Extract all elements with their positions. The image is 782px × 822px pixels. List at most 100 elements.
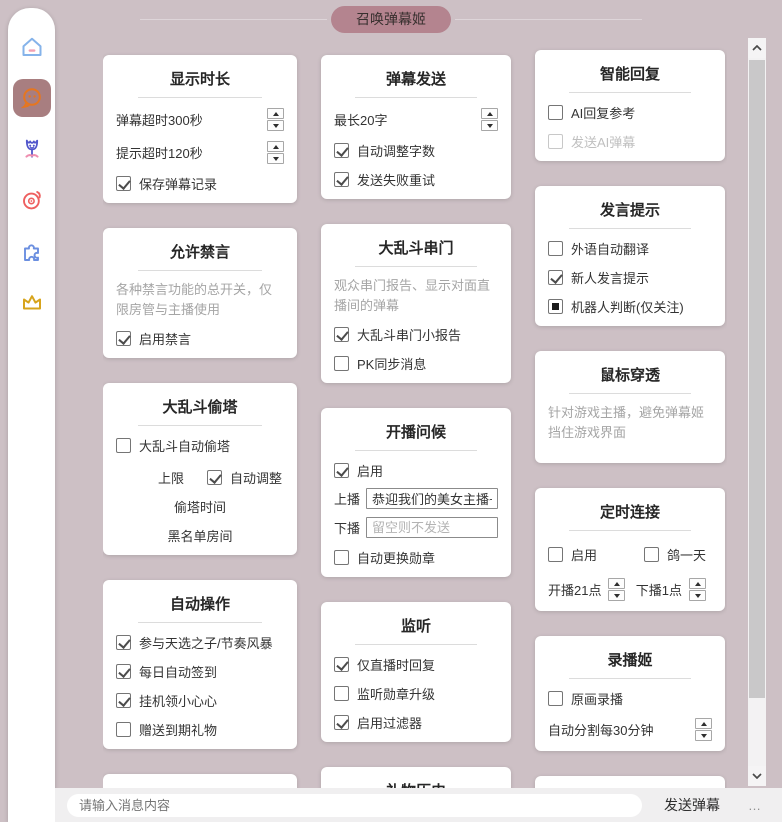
checkbox-label: 保存弹幕记录 [139, 174, 217, 193]
checkbox-option[interactable]: 挂机领小心心 [116, 691, 217, 710]
checkbox[interactable] [548, 691, 563, 706]
checkbox-option[interactable]: 原画录播 [548, 689, 623, 708]
number-stepper[interactable] [481, 108, 498, 131]
checkbox[interactable] [116, 664, 131, 679]
scroll-up-button[interactable] [748, 38, 766, 58]
checkbox[interactable] [548, 134, 563, 149]
checkbox[interactable] [334, 657, 349, 672]
vertical-scrollbar[interactable] [748, 38, 766, 786]
stepper-label: 弹幕超时300秒 [116, 110, 203, 129]
checkbox-option[interactable]: 自动调整 [207, 468, 282, 487]
checkbox-option[interactable]: 赠送到期礼物 [116, 720, 217, 739]
checkbox-option[interactable]: AI回复参考 [548, 103, 635, 122]
card-stream-greeting: 开播问候启用上播下播自动更换勋章 [321, 408, 511, 577]
checkbox[interactable] [207, 470, 222, 485]
spinner-up-button[interactable] [267, 141, 284, 152]
checkbox-option[interactable]: 发送失败重试 [334, 170, 435, 189]
checkbox-option[interactable]: 新人发言提示 [548, 268, 649, 287]
checkbox[interactable] [548, 547, 563, 562]
checkbox-option[interactable]: 启用禁言 [116, 329, 191, 348]
checkbox[interactable] [334, 550, 349, 565]
checkbox[interactable] [334, 327, 349, 342]
number-stepper[interactable] [267, 141, 284, 164]
spinner-up-button[interactable] [608, 578, 625, 589]
checkbox[interactable] [548, 270, 563, 285]
spinner-up-button[interactable] [267, 108, 284, 119]
sidebar-item-crown[interactable] [13, 283, 51, 321]
checkbox-option[interactable]: 鸽一天 [644, 545, 706, 564]
spinner-down-button[interactable] [267, 153, 284, 164]
spinner-down-button[interactable] [267, 120, 284, 131]
spinner-down-button[interactable] [689, 590, 706, 601]
card-description: 观众串门报告、显示对面直播间的弹幕 [334, 276, 498, 315]
checkbox-option[interactable]: PK同步消息 [334, 354, 426, 373]
checkbox-option[interactable]: 仅直播时回复 [334, 655, 435, 674]
checkbox[interactable] [334, 172, 349, 187]
checkbox-option[interactable]: 自动调整字数 [334, 141, 435, 160]
card-title: 智能回复 [548, 58, 712, 86]
checkbox-option[interactable]: 参与天选之子/节奏风暴 [116, 633, 273, 652]
online-greeting-input[interactable] [366, 488, 498, 509]
checkbox[interactable] [644, 547, 659, 562]
checkbox-option[interactable]: 发送AI弹幕 [548, 132, 635, 151]
scrollbar-thumb[interactable] [749, 60, 765, 698]
checkbox-row: 仅直播时回复 [334, 655, 498, 674]
sidebar-item-home[interactable] [13, 28, 51, 66]
action-label[interactable]: 偷塔时间 [174, 497, 226, 516]
checkbox[interactable] [548, 105, 563, 120]
summon-danmaku-button[interactable]: 召唤弹幕姬 [331, 6, 451, 33]
card-auto-actions: 自动操作参与天选之子/节奏风暴每日自动签到挂机领小心心赠送到期礼物 [103, 580, 297, 749]
sidebar-item-plugin[interactable] [13, 232, 51, 270]
number-stepper[interactable] [267, 108, 284, 131]
card-title: 允许禁言 [116, 236, 284, 264]
checkbox[interactable] [116, 722, 131, 737]
spinner-up-button[interactable] [695, 718, 712, 729]
checkbox-option[interactable]: 每日自动签到 [116, 662, 217, 681]
card-column-1: 显示时长弹幕超时300秒提示超时120秒保存弹幕记录允许禁言各种禁言功能的总开关… [103, 40, 297, 788]
spinner-down-button[interactable] [695, 730, 712, 741]
sidebar-item-record[interactable] [13, 181, 51, 219]
sidebar-item-danmaku[interactable] [13, 79, 51, 117]
checkbox-label: 启用 [357, 461, 383, 480]
title-divider [569, 678, 690, 679]
number-stepper[interactable] [689, 578, 706, 601]
checkbox[interactable] [116, 438, 131, 453]
spinner-up-button[interactable] [689, 578, 706, 589]
checkbox-option[interactable]: 自动更换勋章 [334, 548, 435, 567]
checkbox[interactable] [116, 635, 131, 650]
checkbox-option[interactable]: 大乱斗自动偷塔 [116, 436, 230, 455]
spinner-down-button[interactable] [608, 590, 625, 601]
more-options-button[interactable]: … [742, 797, 766, 814]
action-label[interactable]: 黑名单房间 [167, 526, 232, 545]
checkbox[interactable] [116, 331, 131, 346]
send-danmaku-button[interactable]: 发送弹幕 [658, 794, 726, 816]
checkbox-option[interactable]: 启用过滤器 [334, 713, 422, 732]
checkbox-option[interactable]: 保存弹幕记录 [116, 174, 217, 193]
scroll-down-button[interactable] [748, 766, 766, 786]
number-stepper[interactable] [695, 718, 712, 741]
checkbox-option[interactable]: 启用 [548, 545, 597, 564]
checkbox-option[interactable]: 大乱斗串门小报告 [334, 325, 461, 344]
sidebar-item-flower[interactable] [13, 130, 51, 168]
checkbox-option[interactable]: 外语自动翻译 [548, 239, 649, 258]
checkbox[interactable] [334, 356, 349, 371]
number-stepper[interactable] [608, 578, 625, 601]
checkbox-option[interactable]: 机器人判断(仅关注) [548, 297, 684, 316]
checkbox[interactable] [116, 176, 131, 191]
checkbox[interactable] [548, 299, 563, 314]
checkbox[interactable] [334, 715, 349, 730]
offline-greeting-input[interactable] [366, 517, 498, 538]
checkbox[interactable] [334, 686, 349, 701]
spinner-up-button[interactable] [481, 108, 498, 119]
checkbox-label: 参与天选之子/节奏风暴 [139, 633, 273, 652]
checkbox-option[interactable]: 启用 [334, 461, 383, 480]
checkbox-row: 启用 [334, 461, 498, 480]
message-input[interactable] [67, 794, 642, 817]
checkbox-option[interactable]: 监听勋章升级 [334, 684, 435, 703]
spinner-down-button[interactable] [481, 120, 498, 131]
checkbox[interactable] [334, 143, 349, 158]
checkbox[interactable] [334, 463, 349, 478]
stepper-row: 提示超时120秒 [116, 141, 284, 164]
checkbox[interactable] [116, 693, 131, 708]
checkbox[interactable] [548, 241, 563, 256]
